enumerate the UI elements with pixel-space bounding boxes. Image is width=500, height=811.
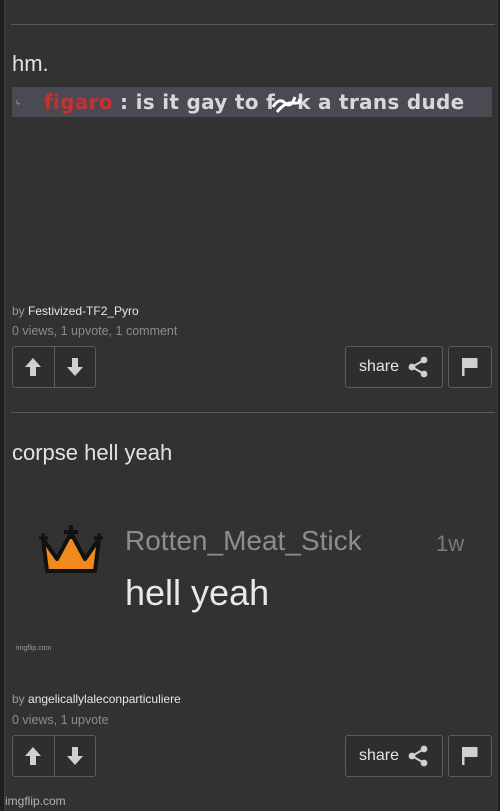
share-icon [408,356,428,378]
vote-group [12,735,96,777]
author-link[interactable]: angelicallylaleconparticuliere [28,692,181,706]
feed: hm. ↳ figaro : is it gay to f k a trans d… [4,0,498,811]
arrow-up-icon [25,358,42,376]
downvote-button[interactable] [53,347,96,387]
divider [11,24,495,25]
arrow-down-icon [66,747,83,765]
flag-button[interactable] [448,735,492,777]
flag-icon [462,747,478,765]
meme-image[interactable]: ↳ figaro : is it gay to f k a trans dude [12,87,492,117]
meme-username: Rotten_Meat_Stick [125,525,362,556]
share-label: share [358,358,400,375]
meme-message: hell yeah [125,572,270,613]
divider [11,412,495,413]
post-stats: 0 views, 1 upvote, 1 comment [12,324,178,338]
share-button[interactable]: share [345,735,443,777]
upvote-button[interactable] [13,347,54,387]
arrow-down-icon [66,358,83,376]
meme-watermark: imgflip.com [16,645,52,652]
footer-watermark: imgflip.com [5,794,66,808]
share-icon [408,745,428,767]
byline: by angelicallylaleconparticuliere [12,692,181,706]
meme-separator: : [112,90,136,114]
share-button[interactable]: share [345,346,443,388]
meme-timestamp: 1w [436,531,465,556]
meme-image[interactable]: Rotten_Meat_Stick 1w hell yeah imgflip.c… [12,497,492,662]
downvote-button[interactable] [53,736,96,776]
flag-button[interactable] [448,346,492,388]
arrow-up-icon [25,747,42,765]
meme-message-end: k a trans dude [297,90,465,114]
meme-speaker: figaro [44,90,113,114]
meme-caption: figaro : is it gay to f k a trans dude [44,90,464,114]
meme-small-mark: ↳ [15,100,21,107]
byline: by Festivized-TF2_Pyro [12,304,139,318]
author-link[interactable]: Festivized-TF2_Pyro [28,304,139,318]
crown-icon [39,525,103,573]
post-title[interactable]: corpse hell yeah [12,440,172,466]
share-label: share [358,747,400,764]
post-title[interactable]: hm. [12,51,49,77]
upvote-button[interactable] [13,736,54,776]
meme-message-start: is it gay to f [135,90,276,114]
vote-group [12,346,96,388]
post-stats: 0 views, 1 upvote [12,713,109,727]
flag-icon [462,358,478,376]
